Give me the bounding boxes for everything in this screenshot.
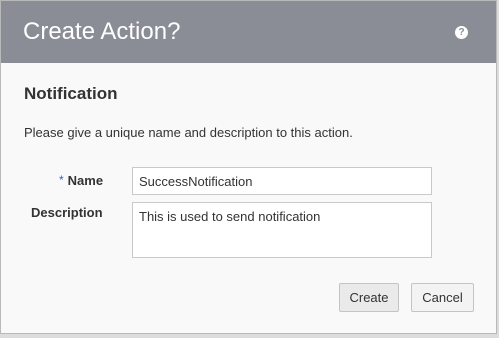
section-title: Notification bbox=[24, 84, 118, 103]
create-button[interactable]: Create bbox=[339, 283, 399, 312]
dialog-title: Create Action? bbox=[23, 18, 181, 45]
required-marker: * bbox=[59, 173, 64, 187]
name-label: * Name bbox=[59, 173, 103, 188]
description-textarea[interactable]: This is used to send notification bbox=[132, 202, 432, 258]
name-input[interactable] bbox=[132, 167, 432, 195]
instructions-text: Please give a unique name and descriptio… bbox=[24, 125, 353, 140]
dialog-titlebar: Create Action? ? bbox=[1, 1, 496, 63]
name-label-text: Name bbox=[67, 173, 104, 188]
description-label: Description bbox=[31, 205, 103, 220]
cancel-button[interactable]: Cancel bbox=[411, 283, 474, 312]
help-icon[interactable]: ? bbox=[455, 26, 468, 39]
create-action-dialog: Create Action? ? Notification Please giv… bbox=[0, 0, 497, 334]
